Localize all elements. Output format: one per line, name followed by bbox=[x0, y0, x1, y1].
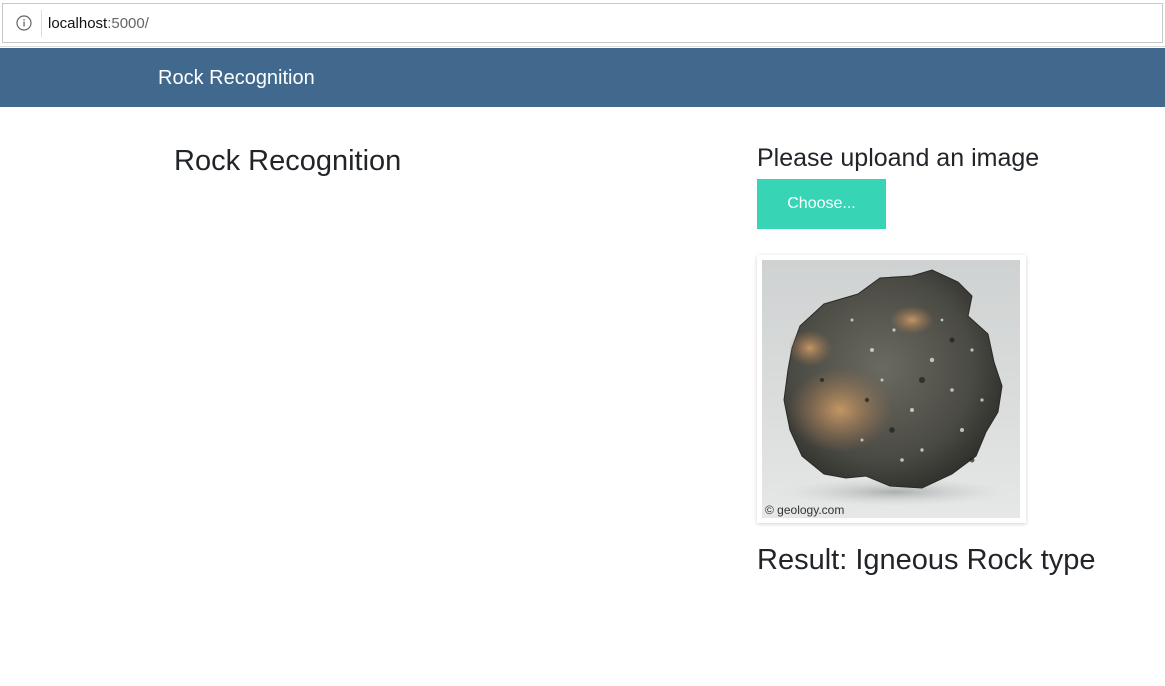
url-field[interactable]: localhost:5000/ bbox=[48, 14, 149, 34]
info-icon[interactable] bbox=[15, 14, 33, 32]
image-preview-frame: © geology.com bbox=[757, 255, 1026, 523]
rock-preview-image: © geology.com bbox=[762, 260, 1020, 518]
upload-heading: Please uploand an image bbox=[757, 144, 1040, 172]
browser-address-bar: localhost:5000/ bbox=[0, 0, 1165, 47]
address-separator bbox=[41, 10, 42, 37]
navbar-brand-link[interactable]: Rock Recognition bbox=[158, 65, 315, 91]
page-title: Rock Recognition bbox=[174, 145, 402, 177]
result-text: Result: Igneous Rock type bbox=[757, 544, 1096, 576]
address-input-box[interactable]: localhost:5000/ bbox=[2, 3, 1163, 43]
image-watermark: © geology.com bbox=[765, 503, 845, 517]
choose-file-button[interactable]: Choose... bbox=[757, 179, 886, 229]
url-host: localhost bbox=[48, 15, 108, 32]
navbar: Rock Recognition bbox=[0, 48, 1165, 107]
url-port-path: :5000/ bbox=[107, 15, 149, 32]
